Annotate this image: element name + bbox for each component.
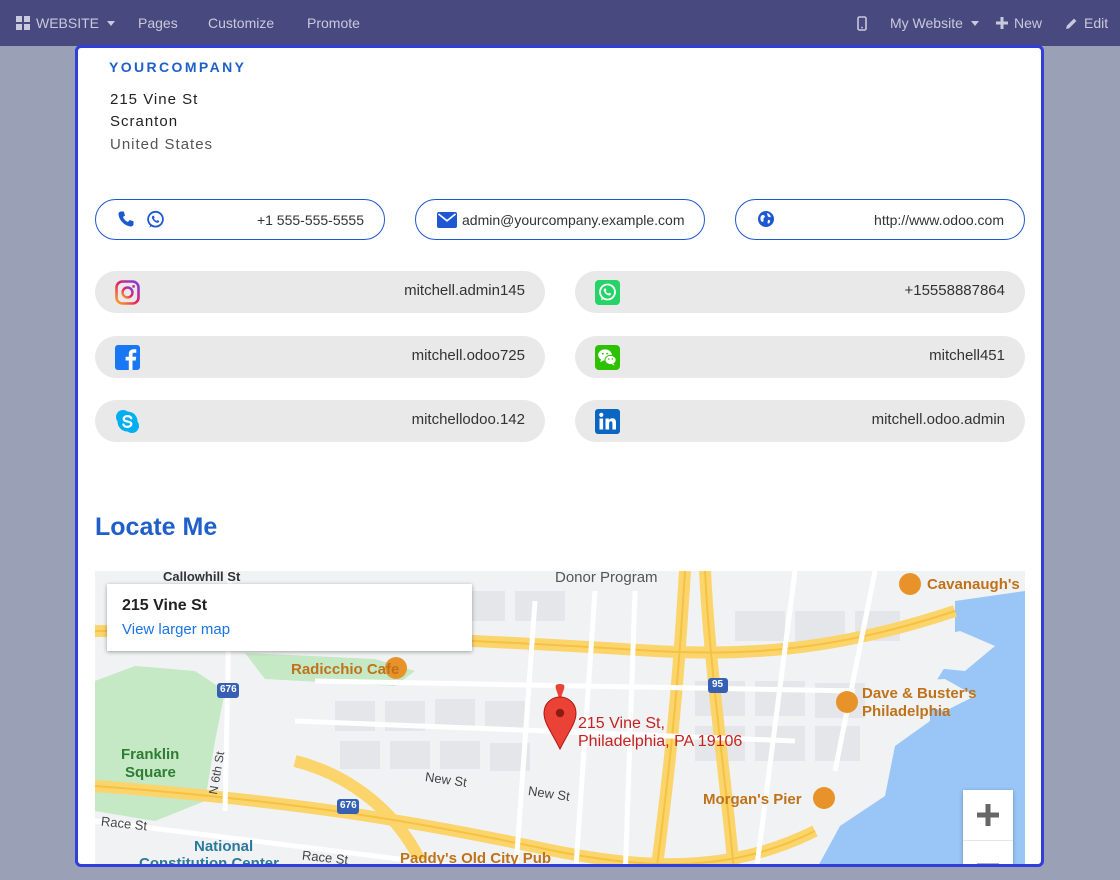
zoom-in-button[interactable]	[963, 790, 1013, 840]
edit-label: Edit	[1084, 15, 1109, 31]
email-pill[interactable]: admin@yourcompany.example.com	[415, 199, 705, 240]
pin-address-line1: 215 Vine St,	[578, 715, 665, 732]
whatsapp-icon	[147, 210, 164, 228]
facebook-icon	[115, 345, 140, 370]
social-handle: mitchell451	[929, 347, 1005, 364]
site-selector-label: My Website	[890, 15, 963, 31]
whatsapp-icon	[595, 280, 620, 305]
highway-shield-label: 676	[220, 684, 237, 695]
highway-shield-label: 676	[340, 800, 357, 811]
address-country: United States	[110, 136, 214, 153]
site-selector-dropdown[interactable]: My Website	[890, 0, 979, 46]
pages-label: Pages	[138, 15, 178, 31]
map-label: Constitution Center	[139, 855, 279, 867]
editor-navbar: WEBSITE Pages Customize Promote My Websi…	[0, 0, 1120, 46]
map-label: Donor Program	[555, 571, 658, 586]
social-wechat[interactable]: mitchell451	[575, 336, 1025, 378]
map-label: National	[194, 838, 254, 855]
website-app-menu[interactable]: WEBSITE	[16, 0, 116, 46]
social-handle: mitchell.odoo725	[411, 347, 525, 364]
new-button[interactable]: New	[996, 0, 1042, 46]
address-line1: 215 Vine St	[110, 91, 199, 108]
social-whatsapp[interactable]: +15558887864	[575, 271, 1025, 313]
phone-icon	[118, 211, 134, 227]
map-label: Philadelphia	[862, 703, 951, 720]
map-place-card: 215 Vine St View larger map	[107, 584, 472, 651]
embedded-map[interactable]: Callowhill St Donor Program Cavanaugh's …	[95, 571, 1025, 867]
company-name: YOURCOMPANY	[109, 59, 247, 75]
chevron-down-icon	[970, 20, 979, 26]
customize-menu[interactable]: Customize	[208, 0, 274, 46]
map-label: Radicchio Cafe	[291, 661, 400, 678]
phone-pill[interactable]: +1 555-555-5555	[95, 199, 385, 240]
map-card-title: 215 Vine St	[122, 597, 208, 614]
envelope-icon	[437, 212, 457, 228]
map-zoom-controls	[963, 790, 1013, 864]
map-label: Square	[125, 764, 176, 781]
view-larger-map-link[interactable]: View larger map	[122, 621, 230, 638]
contact-page-panel: YOURCOMPANY 215 Vine St Scranton United …	[75, 45, 1044, 867]
locate-me-heading: Locate Me	[95, 513, 218, 541]
website-pill[interactable]: http://www.odoo.com	[735, 199, 1025, 240]
minus-icon	[977, 863, 999, 864]
mobile-phone-icon	[857, 15, 867, 31]
plus-icon	[977, 804, 999, 826]
customize-label: Customize	[208, 15, 275, 31]
map-label: Franklin	[121, 746, 180, 763]
plus-icon	[996, 17, 1008, 29]
address-line2: Scranton	[110, 113, 179, 130]
globe-icon	[758, 211, 774, 227]
chevron-down-icon	[107, 20, 116, 26]
mobile-preview-button[interactable]	[857, 0, 867, 46]
social-skype[interactable]: mitchellodoo.142	[95, 400, 545, 442]
map-label: Callowhill St	[163, 571, 241, 584]
website-url: http://www.odoo.com	[874, 212, 1004, 228]
social-handle: +15558887864	[904, 282, 1005, 299]
promote-label: Promote	[307, 15, 360, 31]
social-handle: mitchellodoo.142	[411, 411, 525, 428]
phone-number: +1 555-555-5555	[256, 212, 364, 228]
promote-menu[interactable]: Promote	[307, 0, 360, 46]
map-label: Dave & Buster's	[862, 685, 977, 702]
social-handle: mitchell.admin145	[404, 282, 525, 299]
new-label: New	[1014, 15, 1043, 31]
website-app-label: WEBSITE	[36, 15, 100, 31]
social-instagram[interactable]: mitchell.admin145	[95, 271, 545, 313]
map-label: Paddy's Old City Pub	[400, 850, 552, 867]
pages-menu[interactable]: Pages	[138, 0, 178, 46]
map-label: Morgan's Pier	[703, 791, 802, 808]
pin-address-line2: Philadelphia, PA 19106	[578, 733, 743, 750]
email-address: admin@yourcompany.example.com	[462, 212, 685, 228]
pencil-icon	[1066, 18, 1077, 29]
social-handle: mitchell.odoo.admin	[871, 411, 1005, 428]
instagram-icon	[115, 280, 140, 305]
map-label: Cavanaugh's	[927, 576, 1020, 593]
linkedin-icon	[595, 409, 620, 434]
skype-icon	[116, 410, 139, 433]
zoom-out-button[interactable]	[963, 840, 1013, 864]
social-facebook[interactable]: mitchell.odoo725	[95, 336, 545, 378]
social-linkedin[interactable]: mitchell.odoo.admin	[575, 400, 1025, 442]
wechat-icon	[595, 345, 620, 370]
highway-shield-label: 95	[712, 679, 724, 690]
edit-button[interactable]: Edit	[1065, 0, 1108, 46]
apps-grid-icon	[16, 16, 30, 30]
